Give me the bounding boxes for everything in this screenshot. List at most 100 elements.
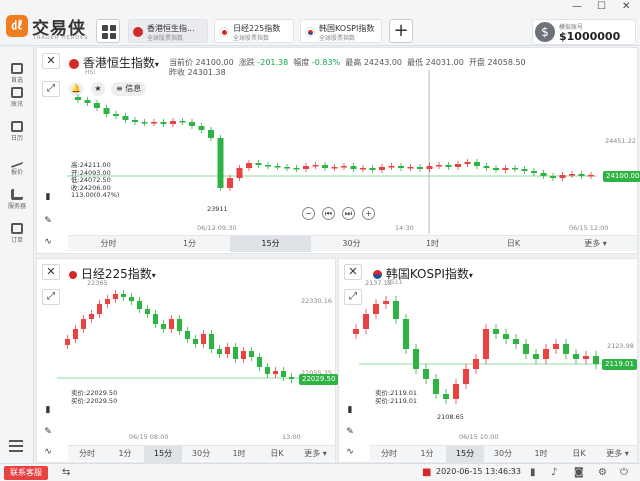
candle bbox=[121, 294, 126, 297]
market-tab-nikkei[interactable]: 日经225指数 全球股票指数 bbox=[214, 19, 294, 43]
time-label: 14:30 bbox=[395, 224, 414, 232]
indicator-tool-icon[interactable]: ▮ bbox=[41, 403, 55, 417]
tab-30min[interactable]: 30分 bbox=[311, 236, 392, 252]
hsi-candlestick-chart bbox=[67, 70, 597, 234]
nikkei-timeframe-tabs: 分时 1分 15分 30分 1时 日K 更多 ▾ bbox=[68, 445, 335, 462]
candle bbox=[153, 314, 158, 324]
candle bbox=[423, 369, 429, 379]
sidebar-item-quotes[interactable]: 报价 bbox=[0, 152, 34, 176]
add-market-button[interactable]: + bbox=[389, 19, 413, 43]
indicator-wave-icon[interactable]: ∿ bbox=[41, 235, 55, 249]
draw-pen-icon[interactable]: ✎ bbox=[343, 425, 357, 439]
customer-support-button[interactable]: 联系客服 bbox=[4, 466, 48, 480]
candle bbox=[246, 163, 252, 168]
ohlc-readout: 高:24211.00 开:24093.00 低:24072.50 收:24206.00… bbox=[71, 161, 120, 199]
candle bbox=[543, 349, 549, 359]
kospi-timeframe-tabs: 分时 1分 15分 30分 1时 日K 更多 ▾ bbox=[370, 445, 637, 462]
hsi-chart-panel: ✕ 香港恒生指数▾ HSI 当前价 24100.00 涨跌 -201.38 幅度… bbox=[36, 47, 640, 254]
indicator-wave-icon[interactable]: ∿ bbox=[41, 445, 55, 459]
candle bbox=[502, 168, 509, 170]
candle bbox=[593, 356, 599, 364]
power-icon[interactable]: ⏻ bbox=[620, 467, 628, 478]
tab-daily[interactable]: 日K bbox=[473, 236, 554, 252]
tab-1hour[interactable]: 1时 bbox=[522, 446, 560, 462]
candle bbox=[369, 168, 376, 170]
candle bbox=[179, 121, 186, 123]
candle bbox=[122, 116, 129, 120]
candle bbox=[129, 297, 134, 301]
close-icon[interactable]: ✕ bbox=[622, 1, 630, 12]
current-price-tag: 24100.00 bbox=[603, 171, 640, 182]
time-label: 06/12 09:30 bbox=[197, 224, 237, 232]
tab-15min[interactable]: 15分 bbox=[144, 446, 182, 462]
candle bbox=[473, 359, 479, 369]
tab-15min[interactable]: 15分 bbox=[230, 236, 311, 252]
sidebar-item-calendar[interactable]: 日历 bbox=[0, 121, 34, 142]
candle bbox=[436, 165, 442, 167]
market-tab-hsi[interactable]: 香港恒生指... 全球股票指数 bbox=[128, 19, 208, 43]
market-tab-kospi[interactable]: 韩国KOSPI指数 全球股票指数 bbox=[300, 19, 382, 43]
account-widget[interactable]: $ 模拟账号 $1000000 bbox=[532, 19, 636, 45]
candle bbox=[523, 344, 529, 354]
candle bbox=[257, 357, 262, 367]
candle bbox=[113, 294, 118, 299]
zoom-in-icon[interactable]: + bbox=[362, 207, 375, 220]
tab-more[interactable]: 更多 ▾ bbox=[598, 446, 637, 462]
tab-more[interactable]: 更多 ▾ bbox=[554, 236, 637, 252]
tab-1min[interactable]: 1分 bbox=[408, 446, 446, 462]
sidebar-item-server[interactable]: 服务器 bbox=[0, 189, 34, 210]
menu-icon[interactable] bbox=[9, 440, 23, 452]
scroll-right-icon[interactable]: ⏭ bbox=[342, 207, 355, 220]
scroll-left-icon[interactable]: ⏮ bbox=[322, 207, 335, 220]
candle bbox=[393, 301, 399, 319]
tab-timeline[interactable]: 分时 bbox=[68, 236, 149, 252]
tab-15min[interactable]: 15分 bbox=[446, 446, 484, 462]
candle bbox=[132, 120, 138, 122]
sidebar-item-news[interactable]: 账讯 bbox=[0, 87, 34, 108]
candle bbox=[208, 130, 214, 138]
tab-timeline[interactable]: 分时 bbox=[370, 446, 408, 462]
candle bbox=[353, 329, 359, 334]
candle bbox=[170, 121, 176, 124]
volume-icon[interactable]: ♪ bbox=[551, 467, 557, 478]
chart-line-icon bbox=[11, 152, 23, 169]
camera-icon[interactable]: ◙ bbox=[574, 467, 584, 478]
tab-1min[interactable]: 1分 bbox=[106, 446, 144, 462]
tab-1hour[interactable]: 1时 bbox=[392, 236, 473, 252]
calendar-icon bbox=[11, 121, 23, 132]
indicator-wave-icon[interactable]: ∿ bbox=[343, 445, 357, 459]
candle bbox=[583, 356, 589, 359]
maximize-icon[interactable]: ☐ bbox=[597, 1, 606, 12]
market-tab-subtitle: 全球股票指数 bbox=[233, 35, 270, 42]
tab-timeline[interactable]: 分时 bbox=[68, 446, 106, 462]
status-datetime: 2020-06-15 13:46:33 bbox=[436, 467, 521, 476]
candle bbox=[217, 349, 222, 354]
tab-30min[interactable]: 30分 bbox=[182, 446, 220, 462]
candle bbox=[445, 165, 452, 167]
indicator-tool-icon[interactable]: ▮ bbox=[41, 190, 55, 204]
tab-daily[interactable]: 日K bbox=[258, 446, 296, 462]
draw-pen-icon[interactable]: ✎ bbox=[41, 425, 55, 439]
tab-30min[interactable]: 30分 bbox=[484, 446, 522, 462]
tab-1hour[interactable]: 1时 bbox=[220, 446, 258, 462]
candle bbox=[569, 174, 575, 176]
nikkei-chart-panel: ✕ 日经225指数▾ ⤢ 22365 22330.16 22055.35 220… bbox=[36, 258, 339, 463]
layout-grid-button[interactable] bbox=[96, 19, 120, 43]
candle bbox=[540, 173, 547, 176]
korea-flag-icon bbox=[305, 27, 315, 37]
tab-1min[interactable]: 1分 bbox=[149, 236, 230, 252]
candle bbox=[303, 166, 309, 169]
sidebar-item-orders[interactable]: 订单 bbox=[0, 223, 34, 244]
tab-daily[interactable]: 日K bbox=[560, 446, 598, 462]
zoom-out-icon[interactable]: − bbox=[302, 207, 315, 220]
candle bbox=[161, 324, 166, 329]
candle bbox=[185, 331, 190, 339]
tab-more[interactable]: 更多 ▾ bbox=[296, 446, 335, 462]
minimize-icon[interactable]: — bbox=[572, 1, 582, 12]
settings-icon[interactable]: ⚙ bbox=[598, 467, 607, 478]
sidebar-item-favorites[interactable]: 首选 bbox=[0, 63, 34, 84]
indicator-tool-icon[interactable]: ▮ bbox=[343, 403, 357, 417]
draw-pen-icon[interactable]: ✎ bbox=[41, 214, 55, 228]
candle bbox=[474, 162, 480, 166]
grid-icon bbox=[102, 25, 108, 31]
